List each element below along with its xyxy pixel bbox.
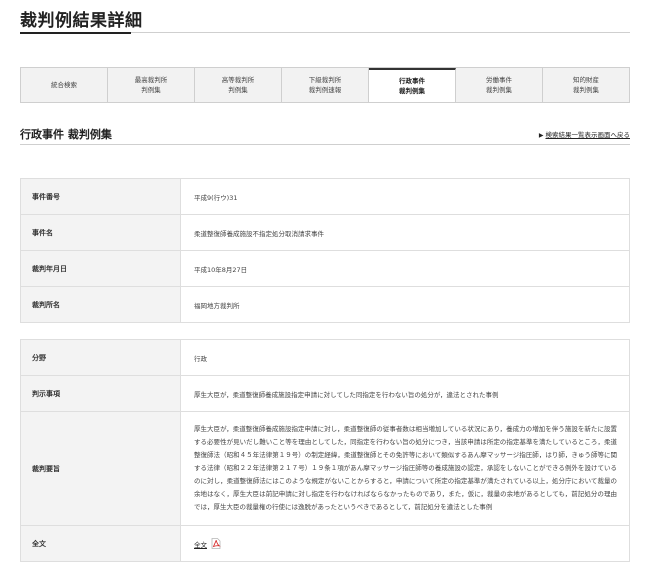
table-row: 裁判年月日 平成10年8月27日 xyxy=(20,250,630,287)
section-divider xyxy=(20,144,630,145)
tab-high-court[interactable]: 高等裁判所 判例集 xyxy=(195,68,282,102)
fulltext-cell: 全文 xyxy=(180,525,630,562)
summary-label: 裁判要旨 xyxy=(20,411,181,526)
tab-intellectual-property[interactable]: 知的財産 裁判例集 xyxy=(543,68,629,102)
tab-integrated-search[interactable]: 統合検索 xyxy=(21,68,108,102)
case-details-table: 分野 行政 判示事項 厚生大臣が，柔道整復師養成施設指定申請に対してした同指定を… xyxy=(20,339,630,562)
table-row: 分野 行政 xyxy=(20,339,630,376)
case-number-value: 平成9(行ウ)31 xyxy=(180,178,630,215)
table-row: 事件番号 平成9(行ウ)31 xyxy=(20,178,630,215)
summary-value: 厚生大臣が，柔道整復師養成施設指定申請に対し，柔道整復師の従事者数は相当増加して… xyxy=(180,411,630,526)
section-title: 行政事件 裁判例集 xyxy=(20,128,112,141)
table-row: 裁判要旨 厚生大臣が，柔道整復師養成施設指定申請に対し，柔道整復師の従事者数は相… xyxy=(20,411,630,526)
fulltext-label: 全文 xyxy=(20,525,181,562)
judgment-date-value: 平成10年8月27日 xyxy=(180,250,630,287)
tab-lower-court[interactable]: 下級裁判所 裁判例速報 xyxy=(282,68,369,102)
title-underline xyxy=(20,32,131,34)
table-row: 裁判所名 福岡地方裁判所 xyxy=(20,286,630,323)
judgment-date-label: 裁判年月日 xyxy=(20,250,181,287)
field-label: 分野 xyxy=(20,339,181,376)
table-row: 事件名 柔道整復師養成施設不指定処分取消請求事件 xyxy=(20,214,630,251)
tab-labor[interactable]: 労働事件 裁判例集 xyxy=(456,68,543,102)
triangle-right-icon: ▶ xyxy=(538,132,544,139)
back-to-results-link[interactable]: ▶ 検索結果一覧表示画面へ戻る xyxy=(539,129,630,139)
holding-value: 厚生大臣が，柔道整復師養成施設指定申請に対してした同指定を行わない旨の処分が，違… xyxy=(180,375,630,412)
court-name-value: 福岡地方裁判所 xyxy=(180,286,630,323)
back-link-label: 検索結果一覧表示画面へ戻る xyxy=(545,131,631,139)
case-name-label: 事件名 xyxy=(20,214,181,251)
tab-supreme-court[interactable]: 最高裁判所 判例集 xyxy=(108,68,195,102)
holding-label: 判示事項 xyxy=(20,375,181,412)
field-value: 行政 xyxy=(180,339,630,376)
page-title: 裁判例結果詳細 xyxy=(20,11,143,31)
pdf-icon[interactable] xyxy=(211,538,221,549)
fulltext-link[interactable]: 全文 xyxy=(194,539,207,549)
tab-bar: 統合検索 最高裁判所 判例集 高等裁判所 判例集 下級裁判所 裁判例速報 行政事… xyxy=(20,67,630,103)
court-name-label: 裁判所名 xyxy=(20,286,181,323)
table-row: 全文 全文 xyxy=(20,525,630,562)
case-name-value: 柔道整復師養成施設不指定処分取消請求事件 xyxy=(180,214,630,251)
page: { "page": { "title": "裁判例結果詳細" }, "tabs"… xyxy=(0,0,662,588)
case-number-label: 事件番号 xyxy=(20,178,181,215)
case-info-table: 事件番号 平成9(行ウ)31 事件名 柔道整復師養成施設不指定処分取消請求事件 … xyxy=(20,178,630,323)
table-row: 判示事項 厚生大臣が，柔道整復師養成施設指定申請に対してした同指定を行わない旨の… xyxy=(20,375,630,412)
tab-administrative[interactable]: 行政事件 裁判例集 xyxy=(369,68,456,102)
